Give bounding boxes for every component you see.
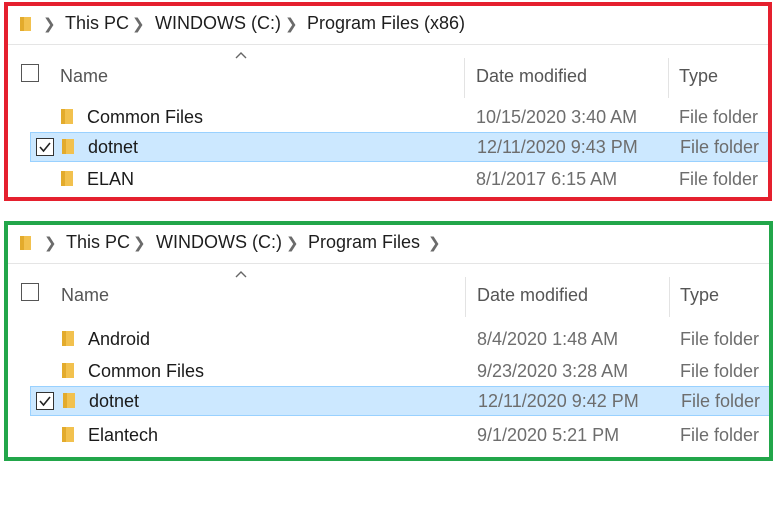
chevron-right-icon[interactable]: ❯ (44, 234, 57, 252)
breadcrumb-this-pc[interactable]: This PC (65, 13, 129, 34)
file-name: ELAN (87, 169, 135, 189)
list-item[interactable]: Common Files 10/15/2020 3:40 AM File fol… (30, 102, 768, 132)
explorer-window-program-files: ❯ This PC ❯ WINDOWS (C:) ❯ Program Files… (4, 221, 773, 461)
file-type: File folder (680, 137, 760, 157)
folder-icon (62, 139, 74, 154)
file-type: File folder (680, 361, 760, 381)
breadcrumb: ❯ This PC ❯ WINDOWS (C:) ❯ Program Files… (8, 6, 768, 45)
folder-icon (20, 17, 31, 31)
folder-icon (63, 393, 75, 408)
date-modified: 9/23/2020 3:28 AM (477, 361, 629, 381)
chevron-right-icon[interactable]: ❯ (132, 15, 145, 33)
column-header-type[interactable]: Type (679, 66, 718, 87)
chevron-right-icon[interactable]: ❯ (133, 234, 146, 252)
file-name: Common Files (87, 107, 204, 127)
chevron-right-icon[interactable]: ❯ (428, 234, 441, 252)
checkmark-icon (39, 142, 51, 153)
select-all-checkbox[interactable] (21, 64, 39, 82)
row-checkbox[interactable] (36, 138, 54, 156)
column-header-name[interactable]: Name (61, 285, 109, 306)
checkmark-icon (39, 396, 51, 407)
file-name: Common Files (88, 361, 205, 381)
column-divider[interactable] (668, 58, 669, 98)
list-item-selected[interactable]: dotnet 12/11/2020 9:42 PM File folder (30, 386, 769, 416)
date-modified: 12/11/2020 9:42 PM (478, 391, 639, 411)
file-name: dotnet (88, 137, 139, 157)
file-name: Android (88, 329, 151, 349)
breadcrumb: ❯ This PC ❯ WINDOWS (C:) ❯ Program Files… (8, 225, 769, 264)
file-type: File folder (680, 425, 760, 445)
folder-icon (62, 427, 74, 442)
list-item[interactable]: Common Files 9/23/2020 3:28 AM File fold… (30, 356, 769, 386)
chevron-right-icon[interactable]: ❯ (286, 234, 299, 252)
breadcrumb-program-files-x86[interactable]: Program Files (x86) (307, 13, 465, 34)
breadcrumb-this-pc[interactable]: This PC (66, 232, 130, 253)
chevron-right-icon[interactable]: ❯ (285, 15, 298, 33)
explorer-window-program-files-x86: ❯ This PC ❯ WINDOWS (C:) ❯ Program Files… (4, 2, 772, 201)
breadcrumb-program-files[interactable]: Program Files (308, 232, 420, 253)
folder-icon (62, 363, 74, 378)
file-type: File folder (679, 107, 759, 127)
column-header-name[interactable]: Name (60, 66, 108, 87)
file-name: dotnet (89, 391, 140, 411)
list-item[interactable]: ELAN 8/1/2017 6:15 AM File folder (30, 164, 768, 194)
folder-icon (61, 171, 73, 186)
date-modified: 8/4/2020 1:48 AM (477, 329, 619, 349)
row-checkbox[interactable] (36, 392, 54, 410)
folder-icon (62, 331, 74, 346)
column-header-date-modified[interactable]: Date modified (477, 285, 588, 306)
list-item[interactable]: Android 8/4/2020 1:48 AM File folder (30, 324, 769, 354)
file-type: File folder (679, 169, 759, 189)
column-header-date-modified[interactable]: Date modified (476, 66, 587, 87)
list-item[interactable]: Elantech 9/1/2020 5:21 PM File folder (30, 420, 769, 450)
breadcrumb-windows-drive[interactable]: WINDOWS (C:) (156, 232, 282, 253)
column-divider[interactable] (465, 277, 466, 317)
column-divider[interactable] (669, 277, 670, 317)
breadcrumb-windows-drive[interactable]: WINDOWS (C:) (155, 13, 281, 34)
list-item-selected[interactable]: dotnet 12/11/2020 9:43 PM File folder (30, 132, 768, 162)
folder-icon (20, 236, 31, 250)
column-header-row: Name Date modified Type (8, 277, 769, 317)
date-modified: 9/1/2020 5:21 PM (477, 425, 620, 445)
file-name: Elantech (88, 425, 159, 445)
select-all-checkbox[interactable] (21, 283, 39, 301)
column-divider[interactable] (464, 58, 465, 98)
column-header-row: Name Date modified Type (8, 58, 768, 98)
file-type: File folder (681, 391, 761, 411)
date-modified: 12/11/2020 9:43 PM (477, 137, 638, 157)
date-modified: 10/15/2020 3:40 AM (476, 107, 638, 127)
chevron-right-icon[interactable]: ❯ (43, 15, 56, 33)
column-header-type[interactable]: Type (680, 285, 719, 306)
file-type: File folder (680, 329, 760, 349)
folder-icon (61, 109, 73, 124)
date-modified: 8/1/2017 6:15 AM (476, 169, 618, 189)
